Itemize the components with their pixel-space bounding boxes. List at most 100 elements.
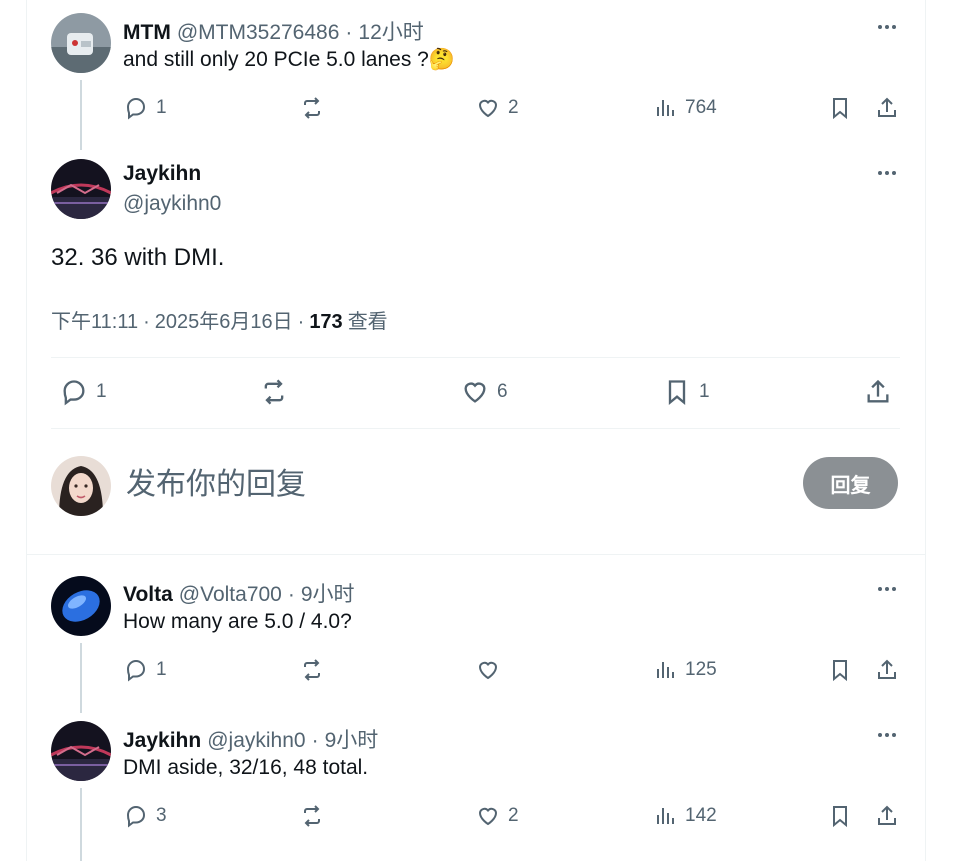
share-button[interactable] [864, 378, 892, 406]
retweet-button[interactable] [300, 804, 332, 828]
view-count: 142 [685, 805, 717, 826]
bookmark-icon [668, 380, 686, 405]
retweet-button[interactable] [300, 658, 332, 682]
separator-dot: · [287, 583, 295, 606]
retweet-button[interactable] [260, 378, 296, 406]
heart-icon [478, 807, 498, 826]
retweet-icon [304, 659, 320, 681]
more-options-icon[interactable] [872, 163, 902, 183]
share-icon [878, 97, 896, 117]
tweet-header: Volta @Volta700 · 9小时 [123, 578, 355, 608]
like-button[interactable]: 2 [476, 804, 519, 828]
more-options-icon[interactable] [872, 17, 902, 37]
like-button[interactable]: 2 [476, 96, 519, 120]
reply-icon [63, 380, 85, 406]
tweet-text: and still only 20 PCIe 5.0 lanes ?🤔 [123, 48, 456, 71]
tweet-meta: 下午11:11 · 2025年6月16日 · 173 查看 [51, 305, 388, 334]
divider [51, 428, 900, 429]
retweet-icon [304, 805, 320, 827]
bookmark-icon [833, 806, 847, 828]
views-label: 查看 [347, 311, 388, 333]
user-handle[interactable]: @jaykihn0 [207, 729, 305, 753]
tweet-text: How many are 5.0 / 4.0? [123, 610, 352, 633]
heart-icon [478, 661, 498, 680]
reply-button[interactable]: 3 [124, 804, 167, 828]
reply-icon [126, 97, 146, 120]
heart-icon [478, 99, 498, 118]
share-icon [867, 379, 889, 403]
view-count: 125 [685, 659, 717, 680]
reply-count: 1 [156, 659, 167, 680]
avatar-image [51, 576, 111, 636]
display-name[interactable]: Jaykihn [123, 729, 201, 753]
reply-button[interactable]: 1 [124, 96, 167, 120]
bookmark-count: 1 [699, 381, 710, 402]
share-button[interactable] [875, 96, 899, 120]
bookmark-button[interactable] [828, 658, 852, 682]
separator-dot: · [311, 729, 319, 752]
user-handle[interactable]: @jaykihn0 [123, 192, 221, 216]
view-count: 764 [685, 97, 717, 118]
separator-dot: · [345, 21, 353, 44]
display-name[interactable]: MTM [123, 21, 171, 45]
separator-dot: · [297, 311, 305, 333]
views-button[interactable]: 142 [653, 804, 717, 828]
avatar[interactable] [51, 159, 111, 219]
avatar[interactable] [51, 721, 111, 781]
separator-dot: · [143, 311, 150, 333]
user-handle[interactable]: @MTM35276486 [177, 21, 340, 45]
like-count: 2 [508, 805, 519, 826]
reply-icon [126, 659, 146, 682]
retweet-icon [304, 97, 320, 119]
view-count: 173 [309, 311, 343, 333]
reply-button[interactable]: 1 [60, 378, 107, 406]
like-button[interactable] [476, 658, 508, 682]
tweet-text: 32. 36 with DMI. [51, 244, 225, 271]
retweet-button[interactable] [300, 96, 332, 120]
avatar-image [51, 159, 111, 219]
reply-icon [126, 805, 146, 828]
avatar-image [51, 13, 111, 73]
views-button[interactable]: 125 [653, 658, 717, 682]
bookmark-button[interactable] [828, 804, 852, 828]
views-icon [657, 662, 674, 678]
retweet-icon [264, 379, 284, 405]
tweet-text: DMI aside, 32/16, 48 total. [123, 756, 369, 779]
share-button[interactable] [875, 804, 899, 828]
tweet-time[interactable]: 下午11:11 [51, 305, 138, 334]
avatar[interactable] [51, 576, 111, 636]
views-button[interactable]: 764 [653, 96, 717, 120]
heart-icon [464, 382, 486, 403]
thread-line [80, 788, 82, 861]
like-count: 6 [497, 381, 508, 402]
timestamp[interactable]: 12小时 [358, 16, 423, 46]
thread-line [80, 643, 82, 713]
bookmark-button[interactable] [828, 96, 852, 120]
tweet-header: MTM @MTM35276486 · 12小时 [123, 16, 424, 46]
share-icon [878, 659, 896, 679]
divider [51, 357, 900, 358]
like-button[interactable]: 6 [461, 378, 508, 406]
views-icon [657, 100, 674, 116]
like-count: 2 [508, 97, 519, 118]
timestamp[interactable]: 9小时 [325, 724, 379, 754]
reply-input[interactable] [126, 462, 746, 506]
avatar[interactable] [51, 456, 111, 516]
share-icon [878, 805, 896, 825]
bookmark-button[interactable]: 1 [663, 378, 710, 406]
reply-button[interactable]: 1 [124, 658, 167, 682]
display-name[interactable]: Jaykihn [123, 162, 201, 186]
more-options-icon[interactable] [872, 725, 902, 745]
user-avatar-image [51, 456, 111, 516]
thread-line [80, 80, 82, 150]
timestamp[interactable]: 9小时 [301, 578, 355, 608]
reply-count: 1 [156, 97, 167, 118]
reply-submit-button[interactable]: 回复 [803, 457, 898, 509]
avatar[interactable] [51, 13, 111, 73]
views-icon [657, 808, 674, 824]
share-button[interactable] [875, 658, 899, 682]
tweet-date[interactable]: 2025年6月16日 [155, 305, 293, 334]
more-options-icon[interactable] [872, 579, 902, 599]
user-handle[interactable]: @Volta700 [179, 583, 282, 607]
display-name[interactable]: Volta [123, 583, 173, 607]
